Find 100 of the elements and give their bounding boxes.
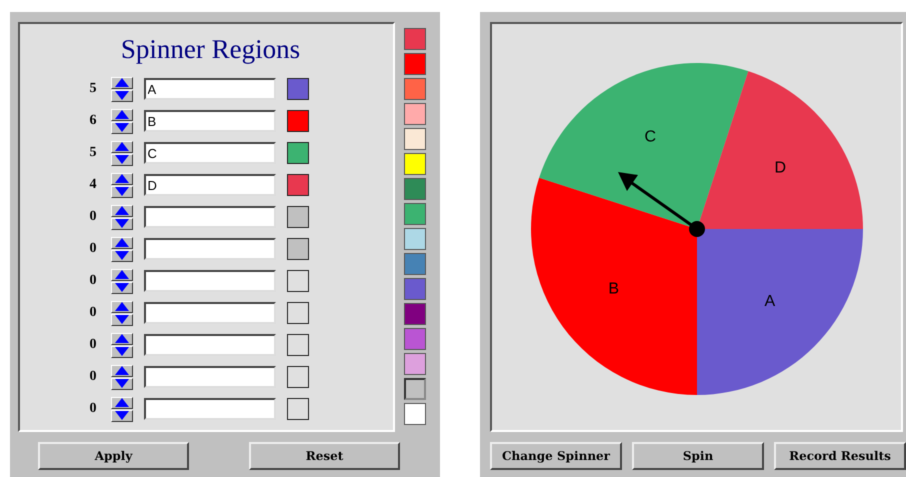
region-name-field[interactable] [144,334,276,356]
palette-color[interactable] [404,378,426,400]
increment-button[interactable] [110,140,132,152]
palette-color[interactable] [404,153,426,175]
increment-button[interactable] [110,236,132,248]
panel-title: Spinner Regions [120,34,300,65]
region-name-field[interactable] [144,206,276,228]
palette-color[interactable] [404,53,426,75]
count-label: 0 [88,273,96,289]
decrement-button[interactable] [110,186,132,198]
increment-button[interactable] [110,108,132,120]
color-swatch[interactable] [286,110,308,132]
increment-button[interactable] [110,268,132,280]
increment-button[interactable] [110,332,132,344]
increment-button[interactable] [110,76,132,88]
color-swatch[interactable] [286,398,308,420]
increment-button[interactable] [110,364,132,376]
up-arrow-icon [114,142,128,151]
region-name-field[interactable] [144,366,276,388]
color-swatch[interactable] [286,78,308,100]
color-swatch[interactable] [286,206,308,228]
count-label: 0 [88,337,96,353]
count-label: 5 [88,81,96,97]
color-swatch[interactable] [286,366,308,388]
action-button[interactable]: Apply [38,442,189,470]
decrement-button[interactable] [110,314,132,326]
decrement-button[interactable] [110,346,132,358]
palette-color[interactable] [404,278,426,300]
color-swatch[interactable] [286,238,308,260]
count-label: 4 [88,177,96,193]
up-arrow-icon [114,270,128,279]
region-name-field[interactable] [144,238,276,260]
up-arrow-icon [114,174,128,183]
up-arrow-icon [114,110,128,119]
decrement-button[interactable] [110,282,132,294]
down-arrow-icon [114,187,128,196]
slice-label: C [644,128,656,146]
up-arrow-icon [114,78,128,87]
count-label: 5 [88,145,96,161]
palette-color[interactable] [404,78,426,100]
palette-color[interactable] [404,403,426,425]
down-arrow-icon [114,123,128,132]
count-label: 0 [88,209,96,225]
action-button[interactable]: Spin [632,442,764,470]
color-swatch[interactable] [286,270,308,292]
increment-button[interactable] [110,204,132,216]
action-button[interactable]: Change Spinner [490,442,622,470]
up-arrow-icon [114,334,128,343]
palette-color[interactable] [404,128,426,150]
palette-color[interactable] [404,303,426,325]
slice-label: B [608,280,619,298]
count-label: 0 [88,401,96,417]
region-name-field[interactable] [144,302,276,324]
color-swatch[interactable] [286,334,308,356]
decrement-button[interactable] [110,90,132,102]
action-button[interactable]: Record Results [774,442,906,470]
decrement-button[interactable] [110,378,132,390]
color-swatch[interactable] [286,302,308,324]
palette-color[interactable] [404,253,426,275]
up-arrow-icon [114,238,128,247]
color-swatch[interactable] [286,174,308,196]
region-name-field[interactable]: D [144,174,276,196]
palette-color[interactable] [404,353,426,375]
down-arrow-icon [114,283,128,292]
count-label: 0 [88,241,96,257]
count-label: 6 [88,113,96,129]
decrement-button[interactable] [110,122,132,134]
decrement-button[interactable] [110,410,132,422]
increment-button[interactable] [110,300,132,312]
color-swatch[interactable] [286,142,308,164]
count-label: 0 [88,305,96,321]
region-name-field[interactable]: B [144,110,276,132]
region-name-field[interactable] [144,398,276,420]
down-arrow-icon [114,251,128,260]
region-name-field[interactable]: A [144,78,276,100]
slice-label: A [764,293,775,310]
palette-color[interactable] [404,103,426,125]
up-arrow-icon [114,366,128,375]
count-label: 0 [88,369,96,385]
decrement-button[interactable] [110,154,132,166]
down-arrow-icon [114,91,128,100]
up-arrow-icon [114,302,128,311]
region-name-field[interactable] [144,270,276,292]
palette-color[interactable] [404,203,426,225]
down-arrow-icon [114,155,128,164]
palette-color[interactable] [404,28,426,50]
palette-color[interactable] [404,178,426,200]
increment-button[interactable] [110,172,132,184]
action-button[interactable]: Reset [249,442,400,470]
palette-color[interactable] [404,328,426,350]
decrement-button[interactable] [110,218,132,230]
down-arrow-icon [114,219,128,228]
decrement-button[interactable] [110,250,132,262]
palette-color[interactable] [404,228,426,250]
slice-label: D [774,160,786,177]
down-arrow-icon [114,315,128,324]
up-arrow-icon [114,206,128,215]
increment-button[interactable] [110,396,132,408]
region-name-field[interactable]: C [144,142,276,164]
up-arrow-icon [114,398,128,407]
